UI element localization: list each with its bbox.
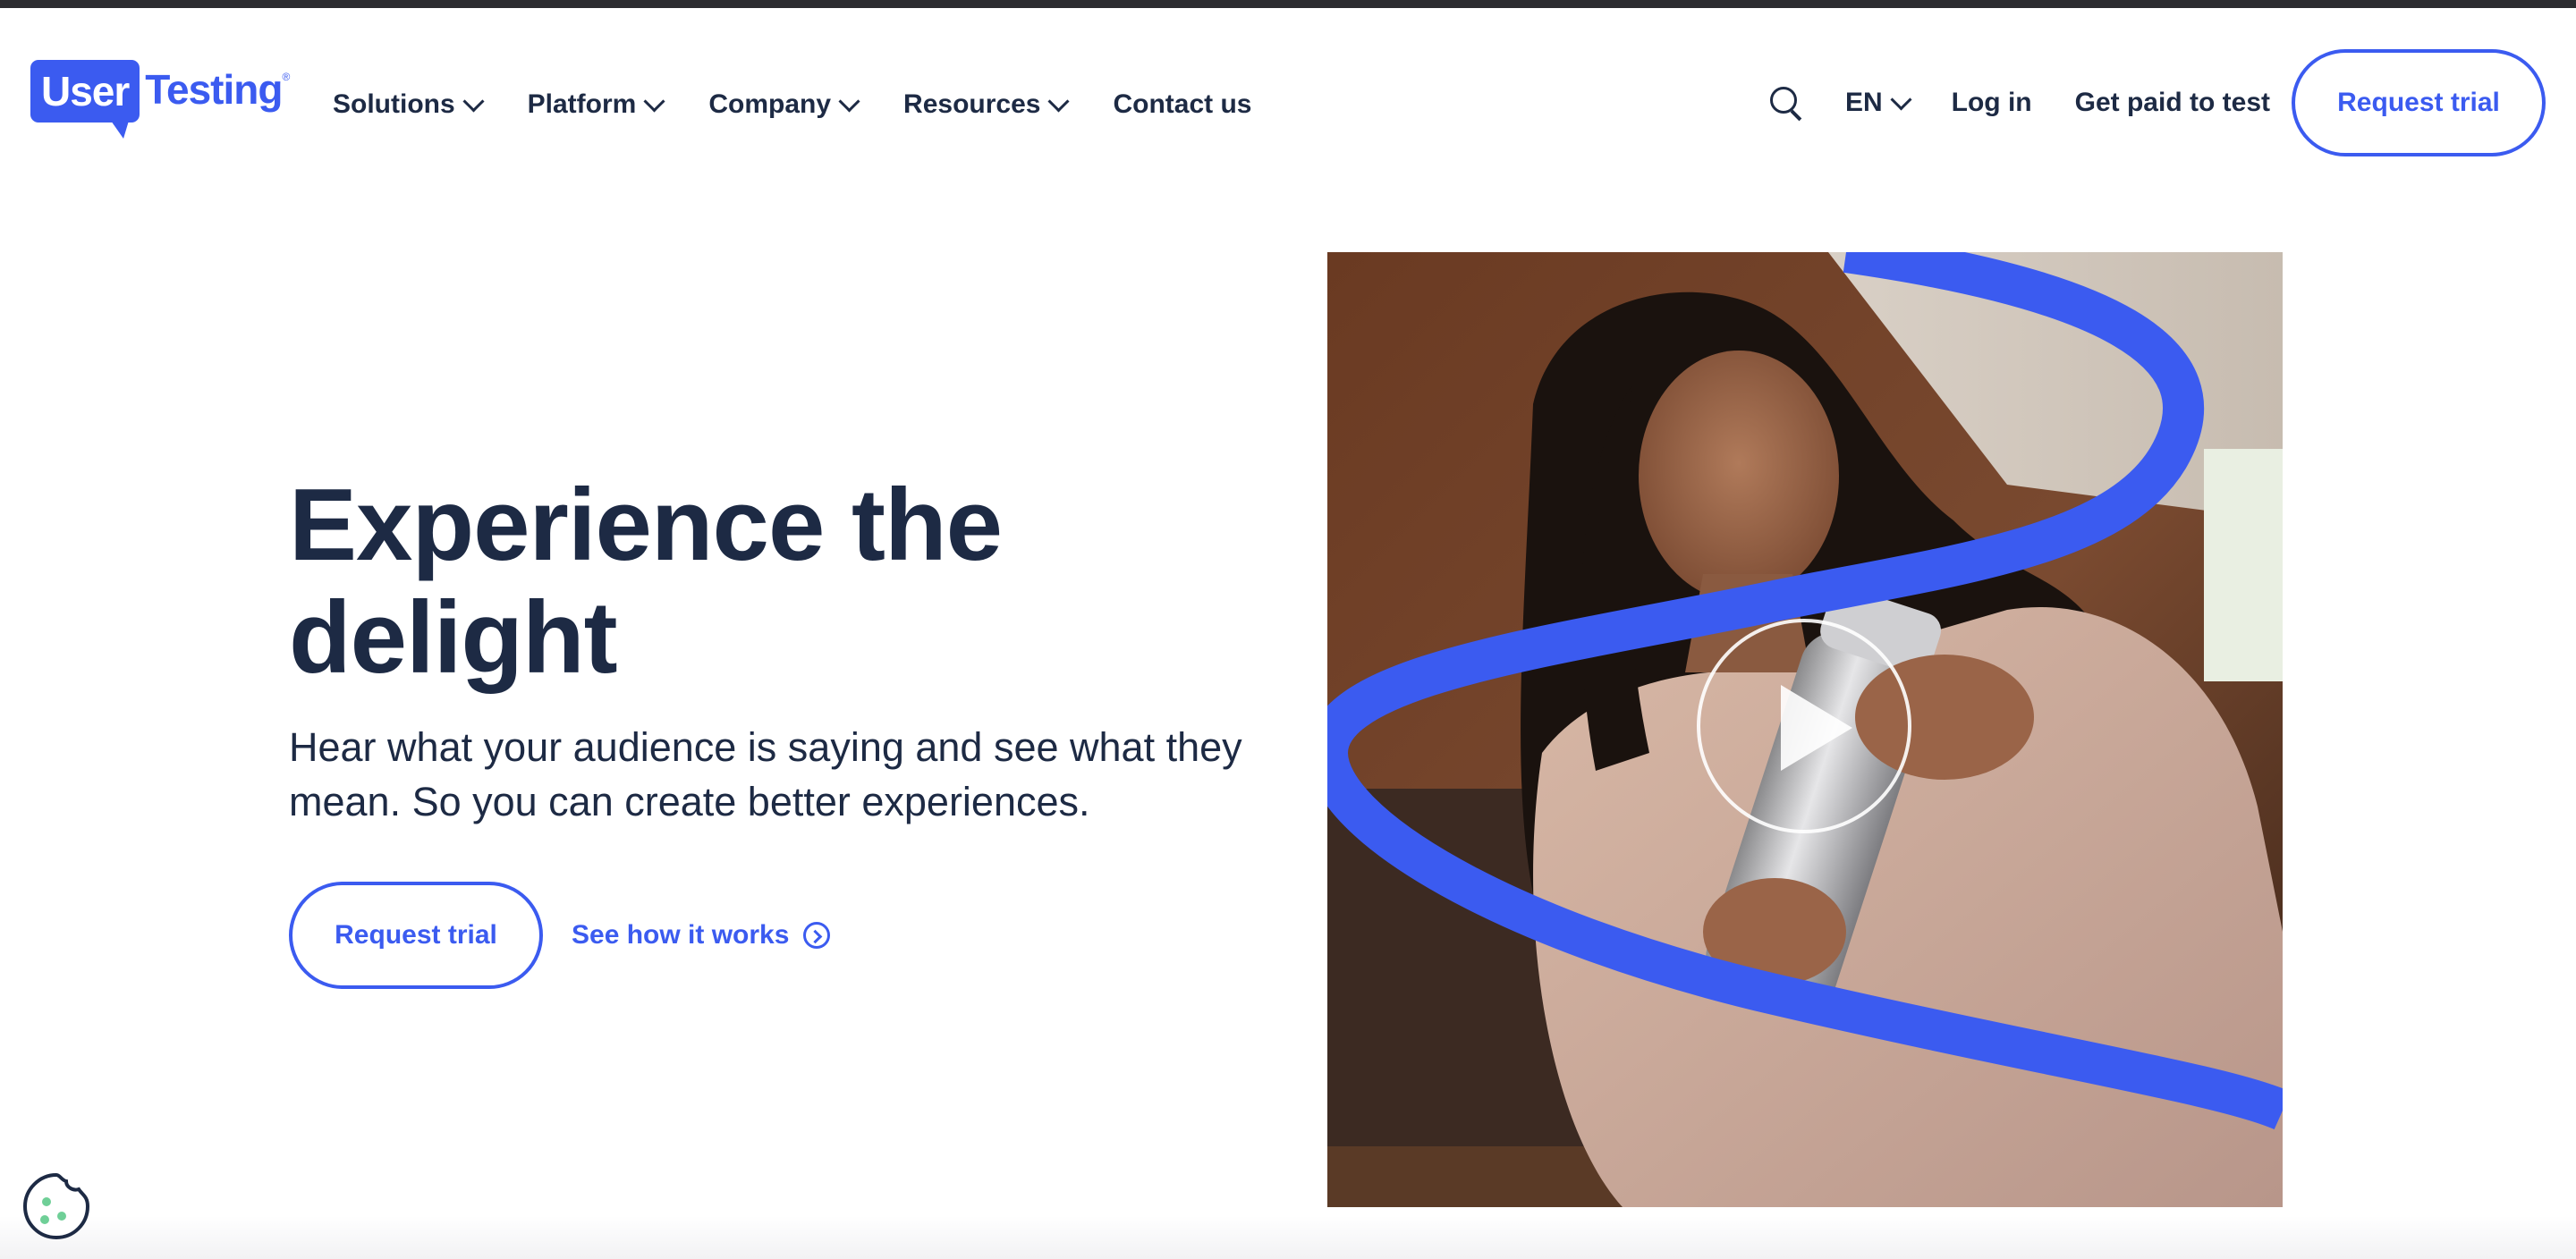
nav-company-label: Company	[708, 89, 832, 119]
nav-resources-label: Resources	[903, 89, 1041, 119]
nav-platform-label: Platform	[527, 89, 637, 119]
nav-resources[interactable]: Resources	[903, 89, 1070, 120]
nav-platform[interactable]: Platform	[527, 89, 665, 120]
logo-registered-mark: ®	[282, 71, 291, 83]
nav-solutions-label: Solutions	[333, 89, 455, 119]
bottom-fade	[0, 1216, 2576, 1259]
see-how-it-works-label: See how it works	[572, 920, 790, 950]
see-how-it-works-link[interactable]: See how it works	[572, 920, 831, 951]
nav-contact-label: Contact us	[1113, 89, 1252, 119]
usertesting-logo[interactable]: User Testing ®	[30, 60, 290, 140]
chevron-down-icon	[1890, 88, 1912, 111]
language-label: EN	[1844, 88, 1883, 117]
logo-text-testing: Testing	[145, 66, 283, 113]
hero-title: Experience the delight	[289, 469, 1003, 695]
main-nav: Solutions Platform Company Resources Con…	[333, 80, 1298, 130]
header-request-trial-button[interactable]: Request trial	[2292, 49, 2546, 156]
language-selector[interactable]: EN	[1844, 88, 1912, 118]
hero-request-trial-button[interactable]: Request trial	[289, 882, 543, 989]
chevron-down-icon	[462, 89, 485, 113]
logo-text-user: User	[41, 68, 130, 114]
hero-video[interactable]	[1327, 252, 2283, 1207]
hero-subtitle: Hear what your audience is saying and se…	[289, 724, 1242, 824]
browser-top-bar	[0, 0, 2576, 8]
logo-badge: User	[30, 60, 140, 139]
header-right-nav: EN Log in Get paid to test Request trial	[1768, 49, 2546, 156]
nav-solutions[interactable]: Solutions	[333, 89, 485, 120]
nav-contact-us[interactable]: Contact us	[1113, 89, 1251, 120]
play-icon[interactable]	[1697, 619, 1911, 833]
get-paid-to-test-link[interactable]: Get paid to test	[2075, 88, 2270, 118]
login-link[interactable]: Log in	[1952, 88, 2032, 118]
chevron-right-circle-icon	[803, 922, 831, 949]
cookie-icon[interactable]	[20, 1170, 93, 1243]
chevron-down-icon	[643, 89, 665, 113]
hero-actions: Request trial See how it works	[289, 882, 831, 989]
search-icon[interactable]	[1768, 85, 1804, 122]
chevron-down-icon	[1047, 89, 1070, 113]
nav-company[interactable]: Company	[708, 89, 860, 120]
site-header: User Testing ® Solutions Platform Compan…	[0, 8, 2576, 187]
chevron-down-icon	[838, 89, 860, 113]
